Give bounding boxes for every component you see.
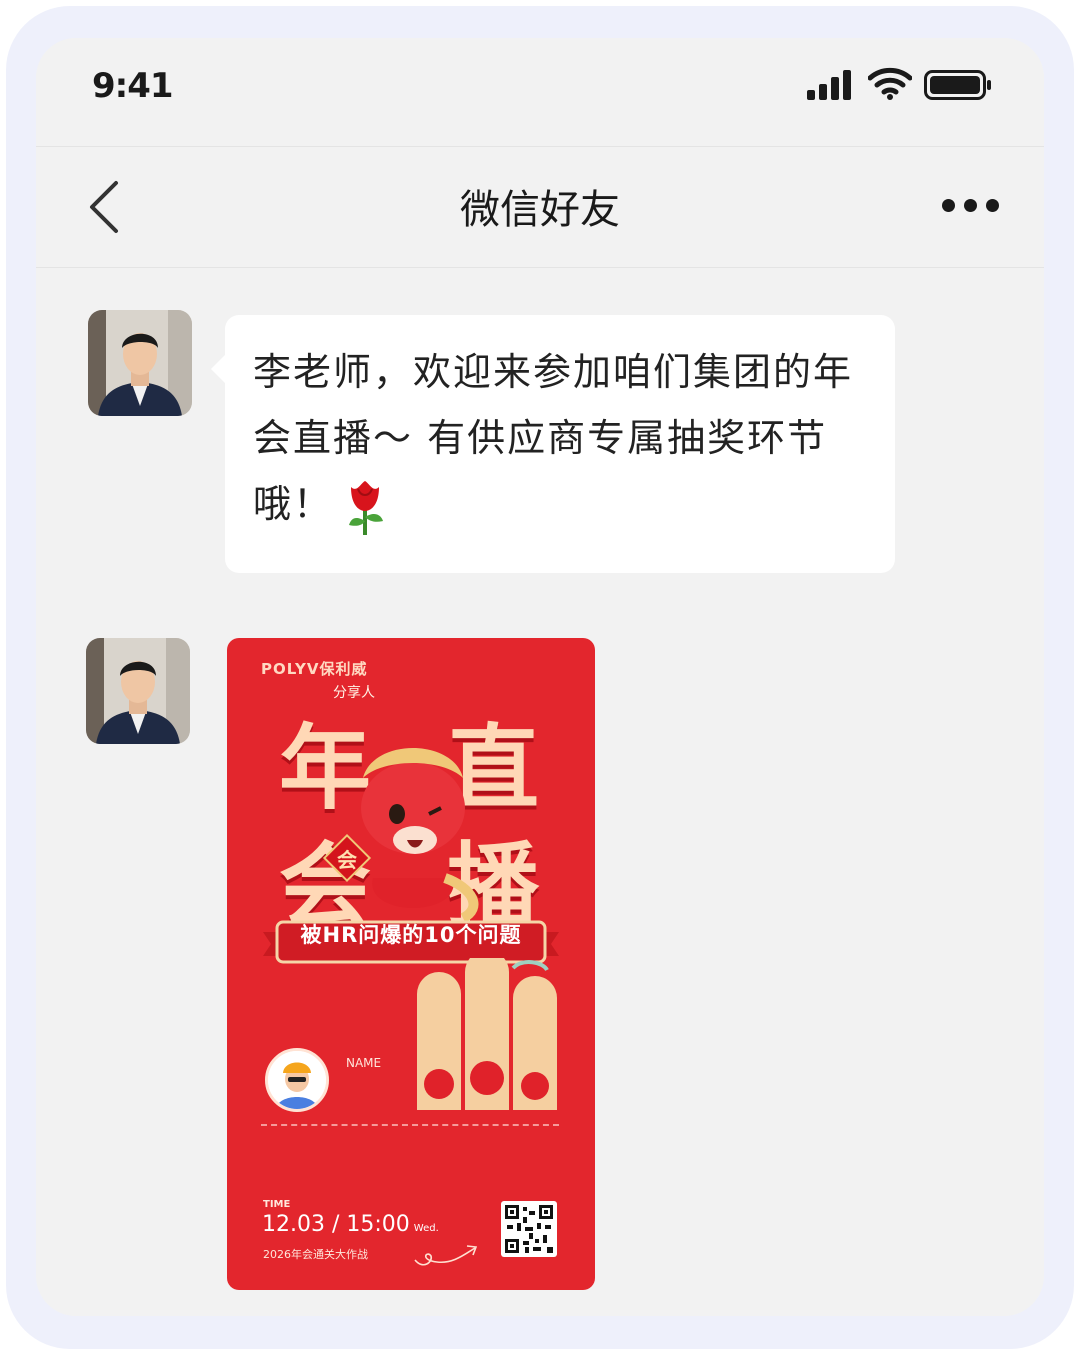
- qr-code-icon: [501, 1201, 557, 1257]
- arrow-doodle-icon: [414, 1245, 478, 1266]
- poster-ribbon-text: 被HR问爆的10个问题: [300, 923, 522, 947]
- status-bar: 9:41: [36, 38, 1044, 146]
- status-time: 9:41: [92, 66, 174, 106]
- poster-subtitle: 2026年会通关大作战: [263, 1248, 368, 1261]
- poster-date-text: 12.03 / 15:00: [262, 1212, 410, 1237]
- sender-avatar[interactable]: [86, 638, 190, 744]
- poster-name-label: NAME: [346, 1056, 382, 1070]
- poster-badge-text: 会: [337, 848, 357, 872]
- phone-screen: 9:41 微信好友 李老师，欢迎来参加咱们集团的年会直播～ 有供应商专属抽奖环节…: [36, 38, 1044, 1316]
- poster-brand-logo: POLYV保利威: [261, 660, 368, 678]
- event-poster-image[interactable]: POLYV保利威 分享人 年 直 会 播 会 被HR问爆的10个问题 NAME …: [227, 638, 595, 1290]
- rose-emoji-icon: [349, 480, 384, 535]
- signal-icon: [807, 68, 855, 100]
- poster-weekday: Wed.: [413, 1223, 439, 1234]
- poster-divider: [261, 1124, 559, 1126]
- sender-avatar[interactable]: [88, 310, 192, 416]
- sharer-avatar: [265, 1048, 329, 1112]
- battery-icon: [924, 70, 991, 100]
- chat-title: 微信好友: [460, 187, 620, 233]
- message-bubble[interactable]: 李老师，欢迎来参加咱们集团的年会直播～ 有供应商专属抽奖环节哦！: [211, 315, 895, 573]
- horse-mascot-illustration: [361, 748, 479, 923]
- poster-cards-illustration: [417, 958, 557, 1110]
- poster-time-label: TIME: [263, 1199, 291, 1210]
- more-options-icon[interactable]: [942, 199, 1002, 213]
- nav-bar: 微信好友: [36, 146, 1044, 268]
- wifi-icon: [868, 67, 912, 100]
- poster-date: 12.03 / 15:00 Wed.: [262, 1212, 439, 1237]
